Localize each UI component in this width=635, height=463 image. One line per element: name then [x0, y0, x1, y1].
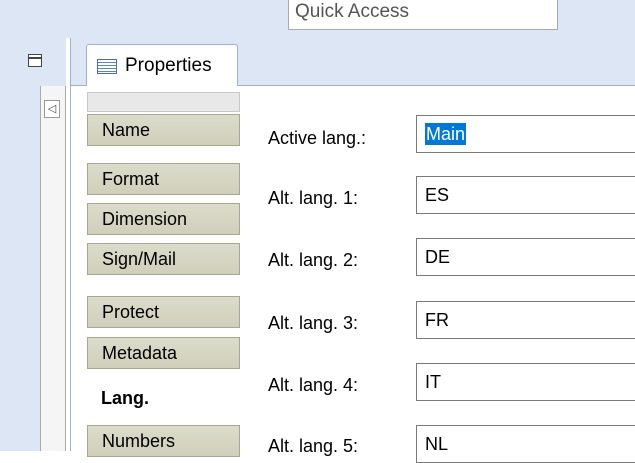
nav-item-dimension[interactable]: Dimension: [87, 203, 240, 235]
top-toolbar: Quick Access: [0, 0, 635, 38]
nav-item-metadata[interactable]: Metadata: [87, 337, 240, 369]
active-lang-value: Main: [425, 123, 467, 145]
collapsed-side-panel: [40, 86, 66, 451]
alt-lang-5-field[interactable]: NL: [416, 425, 635, 463]
nav-header: [87, 92, 240, 112]
properties-icon: [97, 58, 117, 74]
restore-icon[interactable]: [28, 54, 42, 67]
active-lang-field[interactable]: Main: [416, 115, 635, 153]
nav-item-lang[interactable]: Lang.: [87, 383, 240, 415]
alt-lang-5-label: Alt. lang. 5:: [268, 436, 359, 456]
alt-lang-4-field[interactable]: IT: [416, 363, 635, 401]
alt-lang-3-label: Alt. lang. 3:: [268, 313, 359, 333]
nav-item-sign-mail[interactable]: Sign/Mail: [87, 243, 240, 275]
quick-access-field[interactable]: Quick Access: [288, 0, 558, 30]
tab-label: Properties: [125, 55, 212, 76]
tab-properties[interactable]: Properties: [86, 44, 238, 87]
active-lang-label: Active lang.:: [268, 128, 367, 148]
alt-lang-3-field[interactable]: FR: [416, 301, 635, 339]
nav-item-protect[interactable]: Protect: [87, 296, 240, 328]
alt-lang-2-label: Alt. lang. 2:: [268, 250, 359, 270]
nav-item-numbers[interactable]: Numbers: [87, 425, 240, 457]
alt-lang-1-field[interactable]: ES: [416, 176, 635, 214]
alt-lang-2-field[interactable]: DE: [416, 238, 635, 276]
alt-lang-1-label: Alt. lang. 1:: [268, 188, 359, 208]
nav-item-format[interactable]: Format: [87, 163, 240, 195]
nav-item-name[interactable]: Name: [87, 114, 240, 146]
alt-lang-4-label: Alt. lang. 4:: [268, 375, 359, 395]
collapse-arrow-icon[interactable]: ◁: [44, 100, 60, 118]
